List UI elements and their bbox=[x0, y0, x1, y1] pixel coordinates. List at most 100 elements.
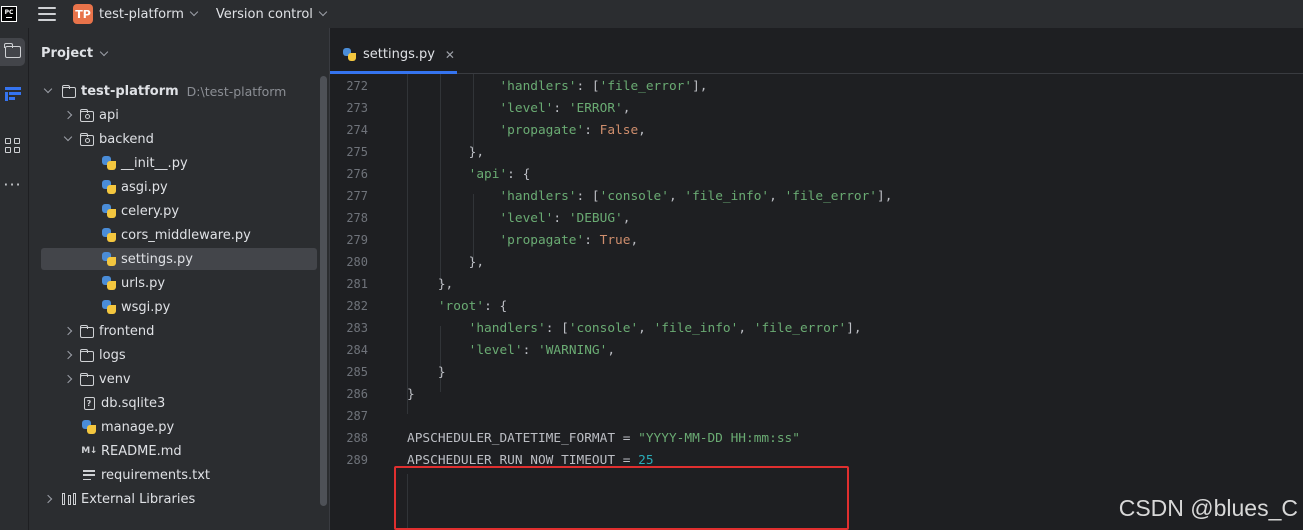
folder-icon bbox=[61, 84, 76, 98]
tab-settings-py[interactable]: settings.py ✕ bbox=[330, 38, 457, 74]
tree-item-db-sqlite3[interactable]: ? db.sqlite3 bbox=[81, 392, 165, 414]
tree-item-venv[interactable]: venv bbox=[61, 368, 131, 390]
project-tool-button[interactable] bbox=[0, 38, 25, 66]
chevron-right-icon[interactable] bbox=[63, 374, 73, 384]
pycharm-logo-icon[interactable]: PC bbox=[1, 6, 17, 22]
python-file-icon bbox=[102, 252, 116, 266]
tree-item-readme-md[interactable]: M↓ README.md bbox=[81, 440, 182, 462]
code-line[interactable]: } bbox=[407, 365, 446, 380]
python-file-icon bbox=[343, 48, 356, 61]
chevron-down-icon[interactable] bbox=[43, 84, 53, 94]
python-file-icon bbox=[102, 276, 116, 290]
project-panel: Project test-platform D:\test-platform a… bbox=[29, 28, 329, 530]
project-badge[interactable]: TP bbox=[73, 4, 93, 24]
folder-icon bbox=[79, 348, 94, 362]
tree-item-init-py[interactable]: __init__.py bbox=[101, 152, 188, 174]
python-file-icon bbox=[102, 228, 116, 242]
code-line[interactable]: 'level': 'WARNING', bbox=[407, 343, 615, 358]
structure-icon bbox=[4, 87, 21, 101]
tree-item-requirements-txt[interactable]: requirements.txt bbox=[81, 464, 210, 486]
python-file-icon bbox=[102, 204, 116, 218]
tree-item-urls-py[interactable]: urls.py bbox=[101, 272, 165, 294]
chevron-down-icon[interactable] bbox=[63, 132, 73, 142]
code-view[interactable]: 272 'handlers': ['file_error'], 273 'leve… bbox=[330, 74, 1303, 530]
database-file-icon: ? bbox=[83, 396, 95, 410]
code-line[interactable]: 'propagate': False, bbox=[407, 123, 645, 138]
tree-item-wsgi-py[interactable]: wsgi.py bbox=[101, 296, 170, 318]
tree-item-external-libraries[interactable]: External Libraries bbox=[41, 488, 195, 510]
text-file-icon bbox=[83, 470, 95, 480]
code-line[interactable]: 'propagate': True, bbox=[407, 233, 638, 248]
line-number: 275 bbox=[346, 145, 368, 159]
chevron-right-icon[interactable] bbox=[43, 494, 53, 504]
code-line[interactable]: APSCHEDULER_DATETIME_FORMAT = "YYYY-MM-D… bbox=[407, 431, 800, 446]
tree-item-label: urls.py bbox=[121, 275, 166, 291]
project-panel-header[interactable]: Project bbox=[41, 46, 109, 61]
python-file-icon bbox=[82, 420, 96, 434]
folder-icon bbox=[79, 372, 94, 386]
package-folder-icon bbox=[79, 132, 94, 146]
close-icon[interactable]: ✕ bbox=[445, 48, 455, 62]
project-switcher[interactable]: test-platform bbox=[99, 7, 184, 22]
tree-item-label: backend bbox=[99, 131, 154, 147]
markdown-file-icon: M↓ bbox=[81, 446, 97, 456]
tree-item-frontend[interactable]: frontend bbox=[61, 320, 154, 342]
tree-item-api[interactable]: api bbox=[61, 104, 119, 126]
code-line[interactable]: }, bbox=[407, 255, 484, 270]
chevron-right-icon[interactable] bbox=[63, 326, 73, 336]
tree-item-label: __init__.py bbox=[121, 155, 188, 171]
tree-item-backend[interactable]: backend bbox=[61, 128, 154, 150]
tree-item-celery-py[interactable]: celery.py bbox=[101, 200, 179, 222]
project-path: D:\test-platform bbox=[186, 83, 287, 99]
code-line[interactable]: 'level': 'ERROR', bbox=[407, 101, 630, 116]
code-line[interactable]: 'handlers': ['file_error'], bbox=[407, 79, 707, 94]
line-number: 281 bbox=[346, 277, 368, 291]
tree-item-label: test-platform bbox=[81, 83, 179, 99]
chevron-down-icon[interactable] bbox=[189, 7, 199, 17]
plugins-tool-button[interactable] bbox=[0, 132, 25, 160]
chevron-right-icon[interactable] bbox=[63, 350, 73, 360]
more-tools-icon[interactable]: ··· bbox=[0, 170, 25, 198]
code-line[interactable]: 'api': { bbox=[407, 167, 531, 182]
line-number: 273 bbox=[346, 101, 368, 115]
chevron-right-icon[interactable] bbox=[63, 110, 73, 120]
tree-item-settings-py[interactable]: settings.py bbox=[41, 248, 317, 270]
tree-item-logs[interactable]: logs bbox=[61, 344, 126, 366]
chevron-down-icon[interactable] bbox=[318, 7, 328, 17]
tree-item-label: External Libraries bbox=[81, 491, 196, 507]
folder-icon bbox=[4, 43, 21, 58]
code-line[interactable]: }, bbox=[407, 277, 453, 292]
line-number: 284 bbox=[346, 343, 368, 357]
main-menu-icon[interactable] bbox=[38, 7, 56, 21]
code-line[interactable]: 'handlers': ['console', 'file_info', 'fi… bbox=[407, 189, 892, 204]
tree-item-label: requirements.txt bbox=[101, 467, 211, 483]
code-line[interactable]: } bbox=[407, 387, 415, 402]
chevron-down-icon[interactable] bbox=[99, 47, 109, 56]
python-file-icon bbox=[102, 180, 116, 194]
tree-item-label: asgi.py bbox=[121, 179, 168, 195]
code-line[interactable]: 'level': 'DEBUG', bbox=[407, 211, 630, 226]
tree-item-asgi-py[interactable]: asgi.py bbox=[101, 176, 168, 198]
code-line[interactable]: 'root': { bbox=[407, 299, 507, 314]
project-tree-scrollbar[interactable] bbox=[320, 76, 327, 506]
tree-item-cors-middleware-py[interactable]: cors_middleware.py bbox=[101, 224, 251, 246]
structure-tool-button[interactable] bbox=[0, 80, 25, 108]
title-bar: PC TP test-platform Version control bbox=[0, 0, 1303, 28]
tree-item-label: README.md bbox=[101, 443, 182, 459]
package-folder-icon bbox=[79, 108, 94, 122]
line-number: 274 bbox=[346, 123, 368, 137]
app-logo-text: PC bbox=[4, 9, 14, 16]
line-number: 282 bbox=[346, 299, 368, 313]
code-line[interactable]: 'handlers': ['console', 'file_info', 'fi… bbox=[407, 321, 862, 336]
tree-item-test-platform[interactable]: test-platform D:\test-platform bbox=[41, 80, 286, 102]
python-file-icon bbox=[102, 156, 116, 170]
panel-title: Project bbox=[41, 46, 94, 61]
tree-item-label: cors_middleware.py bbox=[121, 227, 251, 243]
tree-item-manage-py[interactable]: manage.py bbox=[81, 416, 174, 438]
tree-item-label: venv bbox=[99, 371, 131, 387]
line-number: 288 bbox=[346, 431, 368, 445]
code-line[interactable]: }, bbox=[407, 145, 484, 160]
tool-window-strip: ··· bbox=[0, 28, 29, 530]
tree-item-label: db.sqlite3 bbox=[101, 395, 166, 411]
version-control-menu[interactable]: Version control bbox=[216, 7, 313, 22]
